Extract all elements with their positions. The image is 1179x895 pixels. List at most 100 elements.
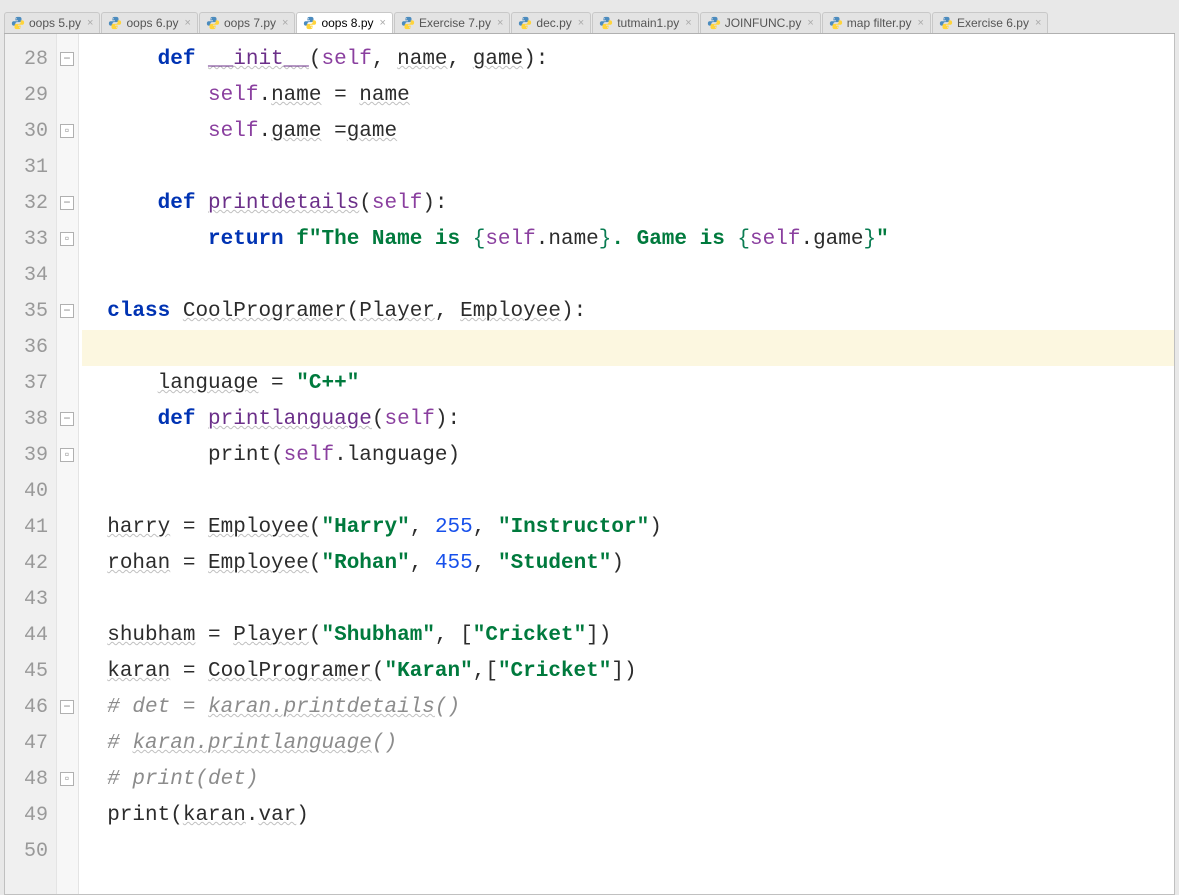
editor-tab[interactable]: map filter.py × <box>822 12 931 33</box>
code-token: , <box>410 552 435 575</box>
line-number: 28 <box>5 42 48 78</box>
fold-open-icon[interactable]: − <box>60 412 74 426</box>
code-line[interactable]: self.name = name <box>82 78 1174 114</box>
code-line[interactable]: harry = Employee("Harry", 255, "Instruct… <box>82 510 1174 546</box>
editor-tab[interactable]: oops 7.py × <box>199 12 295 33</box>
close-icon[interactable]: × <box>1035 17 1041 29</box>
code-token: CoolProgramer <box>183 300 347 323</box>
code-line[interactable]: karan = CoolProgramer("Karan",["Cricket"… <box>82 654 1174 690</box>
close-icon[interactable]: × <box>807 17 813 29</box>
editor-tab[interactable]: dec.py× <box>511 12 591 33</box>
editor-tab[interactable]: JOINFUNC.py × <box>700 12 821 33</box>
code-line[interactable] <box>82 582 1174 618</box>
code-token: f" <box>296 228 321 251</box>
code-token: : <box>536 48 549 71</box>
code-line[interactable]: language = "C++" <box>82 366 1174 402</box>
fold-close-icon[interactable]: ▫ <box>60 772 74 786</box>
code-line[interactable] <box>82 474 1174 510</box>
code-token: self <box>750 228 800 251</box>
code-token: " <box>599 660 612 683</box>
tab-label: oops 7.py <box>224 16 276 30</box>
code-line[interactable] <box>82 330 1174 366</box>
code-token: The Name is <box>321 228 472 251</box>
code-line[interactable]: class CoolProgramer(Player, Employee): <box>82 294 1174 330</box>
code-line[interactable] <box>82 150 1174 186</box>
code-token: harry <box>107 516 170 539</box>
code-token: , <box>372 48 397 71</box>
fold-open-icon[interactable]: − <box>60 52 74 66</box>
fold-close-icon[interactable]: ▫ <box>60 124 74 138</box>
editor-tab[interactable]: tutmain1.py× <box>592 12 698 33</box>
fold-open-icon[interactable]: − <box>60 304 74 318</box>
code-token: " <box>384 660 397 683</box>
fold-close-icon[interactable]: ▫ <box>60 448 74 462</box>
close-icon[interactable]: × <box>918 17 924 29</box>
close-icon[interactable]: × <box>185 17 191 29</box>
close-icon[interactable]: × <box>380 17 386 29</box>
editor-tab[interactable]: Exercise 7.py× <box>394 12 510 33</box>
code-token <box>170 300 183 323</box>
close-icon[interactable]: × <box>685 17 691 29</box>
code-token: 455 <box>435 552 473 575</box>
editor-tab[interactable]: oops 6.py× <box>101 12 197 33</box>
code-token: ) <box>448 444 461 467</box>
code-line[interactable]: print(self.language) <box>82 438 1174 474</box>
editor-tab[interactable]: oops 8.py× <box>296 12 392 33</box>
code-line[interactable]: # det = karan.printdetails() <box>82 690 1174 726</box>
code-line[interactable]: self.game =game <box>82 114 1174 150</box>
python-file-icon <box>829 16 843 30</box>
code-token: ) <box>523 48 536 71</box>
close-icon[interactable]: × <box>282 17 288 29</box>
code-line[interactable]: shubham = Player("Shubham", ["Cricket"]) <box>82 618 1174 654</box>
fold-open-icon[interactable]: − <box>60 700 74 714</box>
editor-tab[interactable]: Exercise 6.py× <box>932 12 1048 33</box>
code-line[interactable]: def printlanguage(self): <box>82 402 1174 438</box>
code-area[interactable]: def __init__(self, name, game): self.nam… <box>79 34 1174 894</box>
code-line[interactable]: # karan.printlanguage() <box>82 726 1174 762</box>
code-token: 255 <box>435 516 473 539</box>
code-token: , <box>473 516 498 539</box>
tab-label: JOINFUNC.py <box>725 16 802 30</box>
code-token: ( <box>309 624 322 647</box>
code-token <box>195 48 208 71</box>
code-line[interactable]: print(karan.var) <box>82 798 1174 834</box>
tab-label: oops 5.py <box>29 16 81 30</box>
code-token: = <box>170 660 208 683</box>
code-token: ) <box>435 408 448 431</box>
code-line[interactable] <box>82 834 1174 870</box>
code-token: " <box>397 516 410 539</box>
code-token: . Game is <box>611 228 737 251</box>
code-line[interactable]: return f"The Name is {self.name}. Game i… <box>82 222 1174 258</box>
close-icon[interactable]: × <box>497 17 503 29</box>
code-token: " <box>498 516 511 539</box>
line-number: 29 <box>5 78 48 114</box>
line-number: 31 <box>5 150 48 186</box>
editor-tab[interactable]: oops 5.py × <box>4 12 100 33</box>
fold-open-icon[interactable]: − <box>60 196 74 210</box>
code-line[interactable]: def printdetails(self): <box>82 186 1174 222</box>
tab-label: map filter.py <box>847 16 912 30</box>
code-line[interactable]: def __init__(self, name, game): <box>82 42 1174 78</box>
line-number: 32 <box>5 186 48 222</box>
python-file-icon <box>206 16 220 30</box>
close-icon[interactable]: × <box>87 17 93 29</box>
line-number: 49 <box>5 798 48 834</box>
code-token: rohan <box>107 552 170 575</box>
fold-gutter[interactable]: − ▫ − ▫ − − ▫ − ▫ <box>57 34 79 894</box>
code-token: ( <box>347 300 360 323</box>
code-token: Rohan <box>334 552 397 575</box>
close-icon[interactable]: × <box>578 17 584 29</box>
code-line[interactable] <box>82 258 1174 294</box>
line-number: 33 <box>5 222 48 258</box>
fold-close-icon[interactable]: ▫ <box>60 232 74 246</box>
code-token: self <box>284 444 334 467</box>
code-token: ( <box>372 408 385 431</box>
code-token: Harry <box>334 516 397 539</box>
line-number: 42 <box>5 546 48 582</box>
code-line[interactable]: rohan = Employee("Rohan", 455, "Student"… <box>82 546 1174 582</box>
code-line[interactable]: # print(det) <box>82 762 1174 798</box>
code-token: . <box>536 228 549 251</box>
line-number: 34 <box>5 258 48 294</box>
code-token: printdetails <box>208 192 359 215</box>
code-editor[interactable]: 2829303132333435363738394041424344454647… <box>4 34 1175 895</box>
